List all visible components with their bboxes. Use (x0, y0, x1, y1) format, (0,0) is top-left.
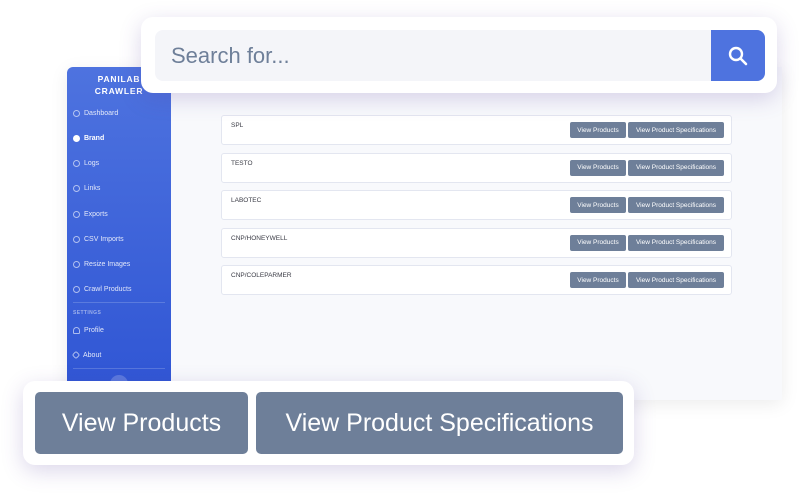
sidebar-section-heading: SETTINGS (73, 310, 102, 316)
spider-icon (73, 285, 80, 293)
sidebar-item-label: Logs (84, 159, 100, 167)
sidebar-item-resize-images[interactable]: Resize Images (73, 255, 130, 273)
sidebar-item-label: Brand (84, 134, 105, 142)
view-product-specifications-button[interactable]: View Product Specifications (628, 234, 724, 251)
sidebar-item-crawl-products[interactable]: Crawl Products (73, 280, 131, 298)
list-item: TESTO View Products View Product Specifi… (221, 152, 732, 183)
sidebar-item-label: Dashboard (84, 109, 119, 117)
list-item: LABOTEC View Products View Product Speci… (221, 190, 732, 220)
view-products-button[interactable]: View Products (570, 122, 626, 138)
sidebar-item-csv-imports[interactable]: CSV Imports (73, 230, 124, 248)
sidebar-item-label: Resize Images (84, 260, 131, 268)
view-product-specifications-button[interactable]: View Product Specifications (256, 392, 623, 454)
sidebar-item-exports[interactable]: Exports (73, 205, 108, 223)
search-button[interactable] (711, 30, 765, 81)
sidebar-divider (73, 368, 165, 369)
view-products-button[interactable]: View Products (570, 159, 626, 176)
list-item: CNP/HONEYWELL View Products View Product… (221, 227, 732, 258)
search-icon (728, 46, 748, 65)
brand-name: LABOTEC (231, 197, 262, 204)
brand-name: CNP/COLEPARMER (231, 272, 292, 279)
sidebar-item-label: Crawl Products (84, 285, 132, 293)
app-window: PANILAB CRAWLER Dashboard Brand Logs Lin… (67, 67, 782, 400)
import-icon (73, 235, 80, 243)
view-product-specifications-button[interactable]: View Product Specifications (628, 159, 724, 176)
search-card (141, 17, 777, 93)
list-item: CNP/COLEPARMER View Products View Produc… (221, 265, 732, 295)
sidebar-item-label: CSV Imports (84, 235, 124, 243)
view-product-specifications-button[interactable]: View Product Specifications (628, 272, 724, 288)
link-icon (71, 350, 81, 360)
sidebar-item-about[interactable]: About (71, 346, 102, 364)
brand-list: SPL View Products View Product Specifica… (221, 115, 732, 303)
brand-name: SPL (231, 122, 244, 129)
view-products-button[interactable]: View Products (570, 272, 626, 288)
sidebar: PANILAB CRAWLER Dashboard Brand Logs Lin… (67, 67, 171, 400)
clock-icon (73, 159, 80, 167)
sidebar-item-logs[interactable]: Logs (73, 154, 99, 172)
user-icon (73, 326, 80, 334)
sidebar-item-links[interactable]: Links (73, 179, 100, 197)
sidebar-item-label: Profile (84, 326, 104, 334)
sidebar-item-label: Links (84, 184, 101, 192)
image-icon (73, 260, 80, 268)
view-products-button[interactable]: View Products (570, 234, 626, 251)
zoomed-buttons-card: View Products View Product Specification… (23, 381, 634, 465)
sidebar-divider (73, 302, 165, 303)
export-icon (73, 210, 80, 218)
link-icon (73, 184, 80, 192)
sidebar-item-label: Exports (84, 210, 108, 218)
sidebar-item-brand[interactable]: Brand (73, 129, 104, 147)
main-content: SPL View Products View Product Specifica… (171, 67, 782, 400)
brand-name: CNP/HONEYWELL (231, 234, 288, 242)
view-product-specifications-button[interactable]: View Product Specifications (628, 197, 724, 213)
sidebar-item-profile[interactable]: Profile (73, 321, 104, 339)
view-products-button[interactable]: View Products (35, 392, 248, 454)
search-input[interactable] (155, 30, 711, 81)
check-circle-icon (73, 134, 80, 142)
view-products-button[interactable]: View Products (570, 197, 626, 213)
view-product-specifications-button[interactable]: View Product Specifications (628, 122, 724, 138)
gauge-icon (73, 109, 80, 117)
sidebar-item-label: About (83, 351, 102, 359)
sidebar-item-dashboard[interactable]: Dashboard (73, 104, 118, 122)
list-item: SPL View Products View Product Specifica… (221, 115, 732, 145)
brand-name: PANILAB CRAWLER (94, 73, 144, 96)
brand-name: TESTO (231, 159, 253, 167)
